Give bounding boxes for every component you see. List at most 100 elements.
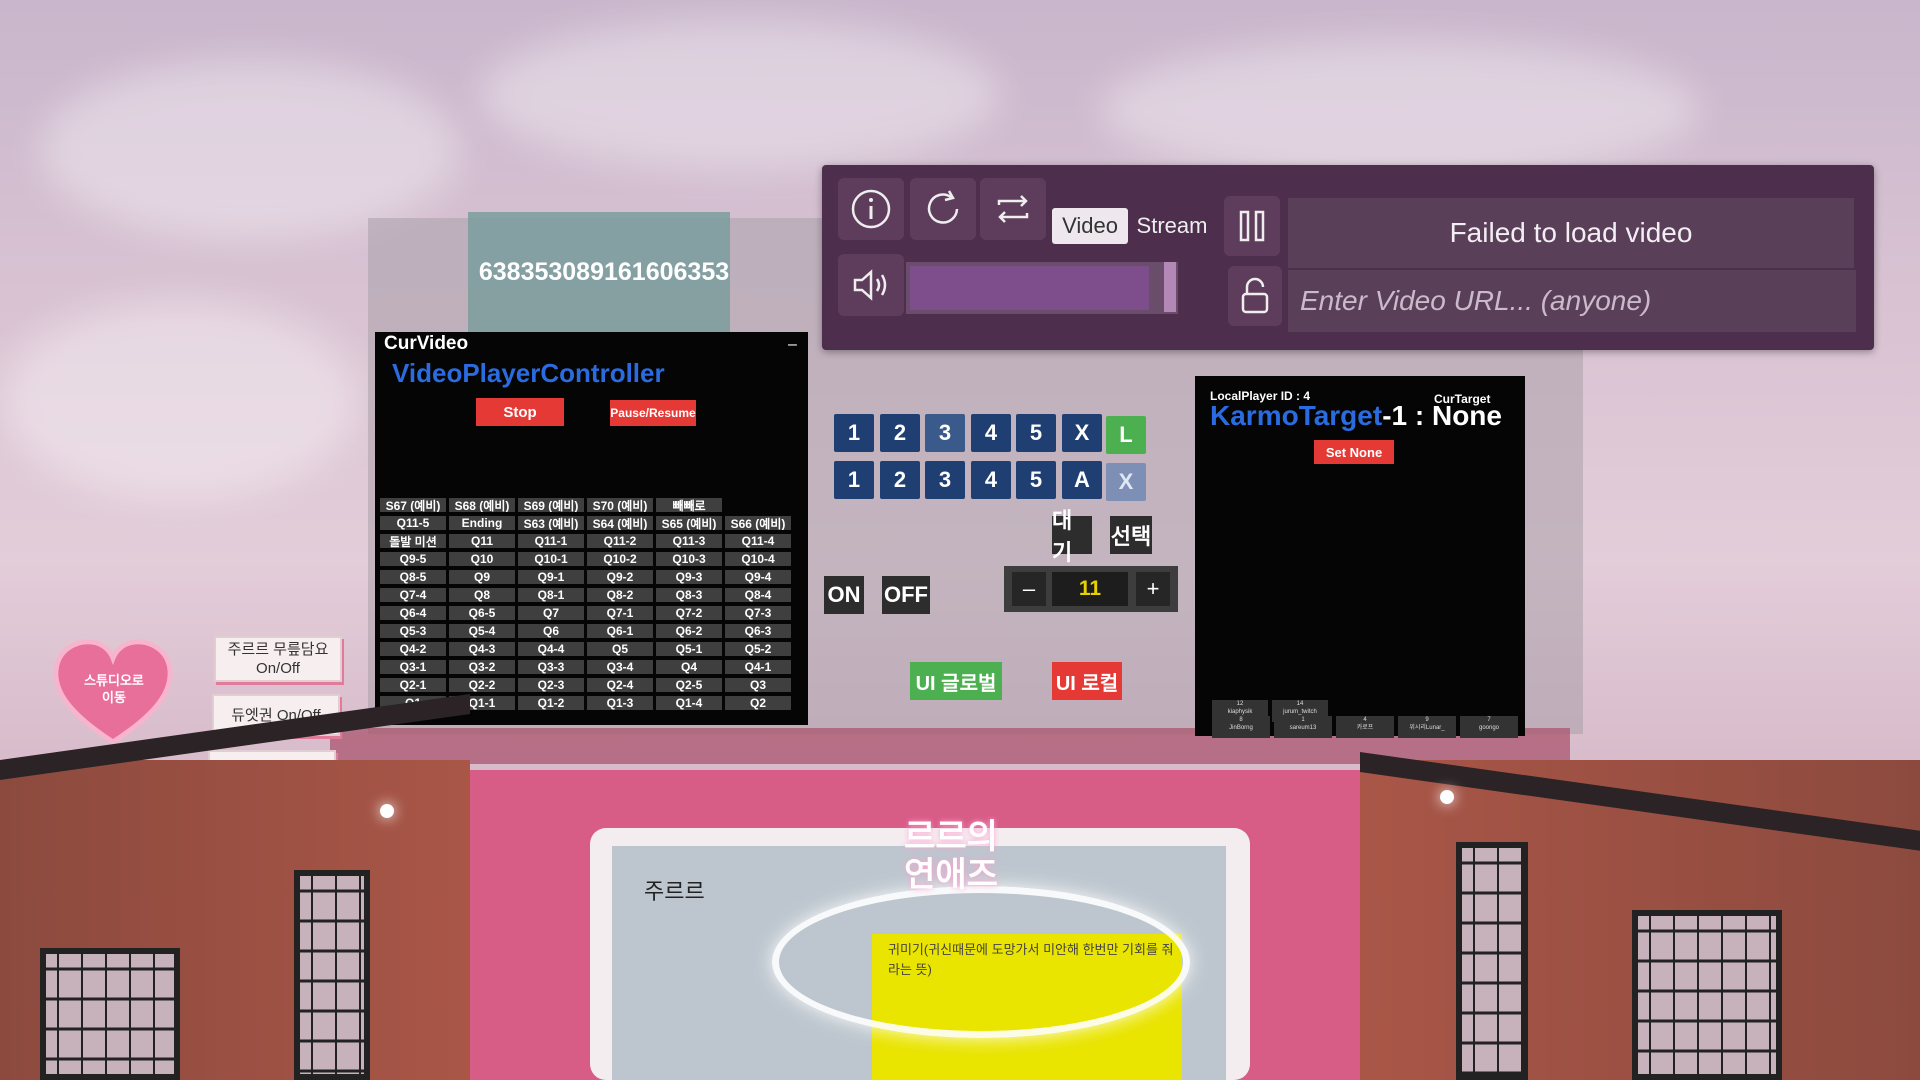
control-row2-button-3[interactable]: 3 — [925, 461, 965, 499]
ui-local-button[interactable]: UI 로컬 — [1052, 662, 1122, 700]
question-cell[interactable]: Q7-2 — [656, 606, 722, 620]
control-row2-button-5[interactable]: 5 — [1016, 461, 1056, 499]
question-cell[interactable]: Q6 — [518, 624, 584, 638]
question-cell[interactable]: Q2-3 — [518, 678, 584, 692]
minimize-button[interactable]: – — [788, 336, 797, 354]
control-row1-button-4[interactable]: 4 — [971, 414, 1011, 452]
question-cell[interactable]: Ending — [449, 516, 515, 530]
control-row1-button-2[interactable]: 2 — [880, 414, 920, 452]
ui-global-button[interactable]: UI 글로벌 — [910, 662, 1002, 700]
control-row2-button-x[interactable]: X — [1106, 463, 1146, 501]
player-slot[interactable]: 1 sareum13 — [1274, 716, 1332, 738]
question-cell[interactable]: Q10-2 — [587, 552, 653, 566]
control-row1-button-l[interactable]: L — [1106, 416, 1146, 454]
reload-button[interactable] — [910, 178, 976, 240]
question-cell[interactable]: Q8-5 — [380, 570, 446, 584]
question-cell[interactable]: 돌발 미션 — [380, 534, 446, 548]
question-cell[interactable]: Q7-3 — [725, 606, 791, 620]
question-cell[interactable]: Q7-4 — [380, 588, 446, 602]
question-cell[interactable]: Q8-2 — [587, 588, 653, 602]
player-slot[interactable]: 4 카로프 — [1336, 716, 1394, 738]
question-cell[interactable]: Q9-4 — [725, 570, 791, 584]
video-mode-tab[interactable]: Video — [1052, 208, 1128, 244]
question-cell[interactable]: Q8-4 — [725, 588, 791, 602]
increment-button[interactable]: + — [1136, 572, 1170, 606]
question-cell[interactable]: Q5-3 — [380, 624, 446, 638]
decrement-button[interactable]: – — [1012, 572, 1046, 606]
mute-button[interactable] — [838, 254, 904, 316]
wait-button[interactable]: 대기 — [1052, 508, 1092, 565]
question-cell[interactable]: Q8-1 — [518, 588, 584, 602]
question-cell[interactable]: S69 (예비) — [518, 498, 584, 512]
question-cell[interactable]: Q6-4 — [380, 606, 446, 620]
control-row1-button-x[interactable]: X — [1062, 414, 1102, 452]
question-cell[interactable]: Q10-1 — [518, 552, 584, 566]
question-cell[interactable]: S68 (예비) — [449, 498, 515, 512]
question-cell[interactable]: Q1-3 — [587, 696, 653, 710]
question-cell[interactable]: S64 (예비) — [587, 516, 653, 530]
control-row2-button-a[interactable]: A — [1062, 461, 1102, 499]
question-cell[interactable]: Q1-2 — [518, 696, 584, 710]
question-cell[interactable]: Q11 — [449, 534, 515, 548]
info-button[interactable] — [838, 178, 904, 240]
question-cell[interactable]: Q6-1 — [587, 624, 653, 638]
question-cell[interactable]: Q10-3 — [656, 552, 722, 566]
control-row1-button-1[interactable]: 1 — [834, 414, 874, 452]
blanket-toggle-button[interactable]: 주르르 무릎담요 On/Off — [214, 636, 342, 682]
player-slot[interactable]: 9 위시리Lunar_ — [1398, 716, 1456, 738]
question-cell[interactable]: Q2-1 — [380, 678, 446, 692]
question-cell[interactable]: Q3-4 — [587, 660, 653, 674]
question-cell[interactable]: Q5 — [587, 642, 653, 656]
off-button[interactable]: OFF — [882, 576, 930, 614]
on-button[interactable]: ON — [824, 576, 864, 614]
set-none-button[interactable]: Set None — [1314, 440, 1394, 464]
video-url-input[interactable]: Enter Video URL... (anyone) — [1288, 270, 1856, 332]
question-cell[interactable]: Q4-4 — [518, 642, 584, 656]
question-cell[interactable]: Q11-5 — [380, 516, 446, 530]
question-cell[interactable]: Q2-2 — [449, 678, 515, 692]
control-row1-button-3[interactable]: 3 — [925, 414, 965, 452]
player-slot[interactable]: 8 JinBorng — [1212, 716, 1270, 738]
question-cell[interactable]: S70 (예비) — [587, 498, 653, 512]
volume-handle[interactable] — [1164, 262, 1176, 312]
question-cell[interactable]: Q10-4 — [725, 552, 791, 566]
question-cell[interactable]: Q6-3 — [725, 624, 791, 638]
question-cell[interactable]: S67 (예비) — [380, 498, 446, 512]
question-cell[interactable]: Q1-4 — [656, 696, 722, 710]
question-cell[interactable]: Q11-2 — [587, 534, 653, 548]
question-cell[interactable]: Q5-1 — [656, 642, 722, 656]
stop-button[interactable]: Stop — [476, 398, 564, 426]
question-cell[interactable]: Q5-2 — [725, 642, 791, 656]
question-cell[interactable]: Q3 — [725, 678, 791, 692]
loop-button[interactable] — [980, 178, 1046, 240]
question-cell[interactable]: Q9 — [449, 570, 515, 584]
stream-mode-tab[interactable]: Stream — [1132, 208, 1212, 244]
control-row2-button-1[interactable]: 1 — [834, 461, 874, 499]
control-row2-button-4[interactable]: 4 — [971, 461, 1011, 499]
control-row2-button-2[interactable]: 2 — [880, 461, 920, 499]
question-cell[interactable]: S63 (예비) — [518, 516, 584, 530]
question-cell[interactable]: Q9-1 — [518, 570, 584, 584]
question-cell[interactable]: Q2 — [725, 696, 791, 710]
question-cell[interactable]: Q11-4 — [725, 534, 791, 548]
question-cell[interactable]: Q9-2 — [587, 570, 653, 584]
question-cell[interactable]: Q4-2 — [380, 642, 446, 656]
question-cell[interactable]: Q10 — [449, 552, 515, 566]
question-cell[interactable]: Q3-3 — [518, 660, 584, 674]
control-row1-button-5[interactable]: 5 — [1016, 414, 1056, 452]
question-cell[interactable]: Q4-1 — [725, 660, 791, 674]
question-cell[interactable]: Q2-5 — [656, 678, 722, 692]
question-cell[interactable]: Q6-2 — [656, 624, 722, 638]
question-cell[interactable]: S66 (예비) — [725, 516, 791, 530]
question-cell[interactable]: Q3-1 — [380, 660, 446, 674]
question-cell[interactable]: Q5-4 — [449, 624, 515, 638]
question-cell[interactable]: Q8 — [449, 588, 515, 602]
question-cell[interactable]: Q4-3 — [449, 642, 515, 656]
question-cell[interactable]: Q8-3 — [656, 588, 722, 602]
question-cell[interactable]: Q11-1 — [518, 534, 584, 548]
select-button[interactable]: 선택 — [1110, 516, 1152, 554]
question-cell[interactable]: Q11-3 — [656, 534, 722, 548]
player-slot[interactable]: 7 goongo — [1460, 716, 1518, 738]
pause-button[interactable] — [1224, 196, 1280, 256]
question-cell[interactable]: Q6-5 — [449, 606, 515, 620]
